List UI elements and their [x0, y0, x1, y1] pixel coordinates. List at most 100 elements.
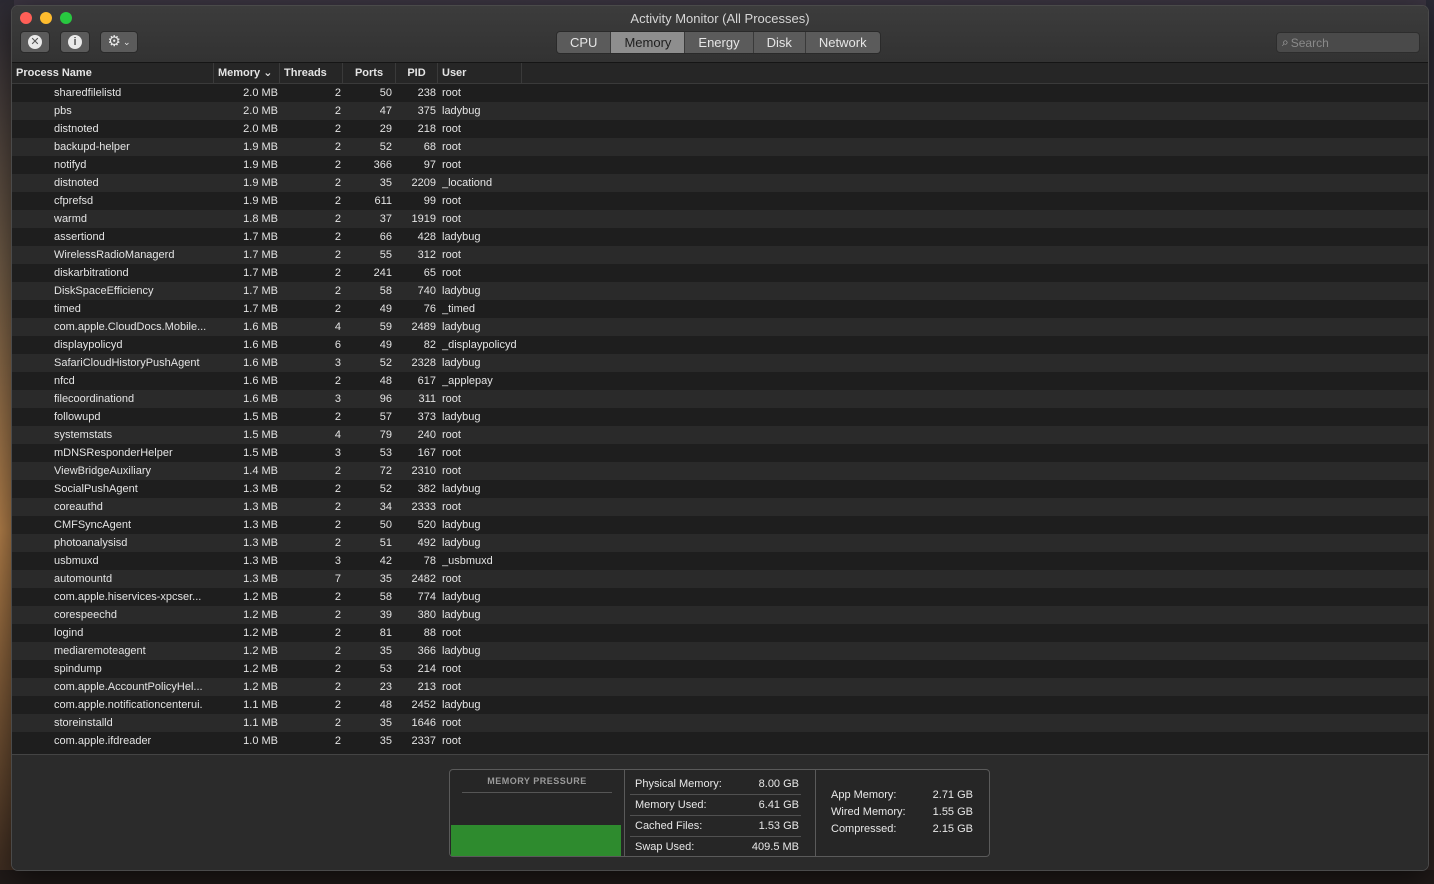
table-row[interactable]: com.apple.notificationcenterui. 1.1 MB 2 48…: [12, 696, 1428, 714]
table-row[interactable]: photoanalysisd 1.3 MB 2 51 492 ladybug: [12, 534, 1428, 552]
pid-cell: 240: [417, 429, 436, 441]
memory-cell: 2.0 MB: [243, 105, 278, 117]
user-cell: ladybug: [442, 699, 481, 711]
column-header-process-name[interactable]: Process Name: [12, 63, 214, 83]
process-name-cell: pbs: [54, 105, 72, 117]
pid-cell: 2482: [411, 573, 436, 585]
column-header-user[interactable]: User: [438, 63, 522, 83]
memory-stat-label: Swap Used:: [635, 841, 695, 853]
column-header-ports[interactable]: Ports: [343, 63, 396, 83]
table-row[interactable]: systemstats 1.5 MB 4 79 240 root: [12, 426, 1428, 444]
memory-breakdown-value: 1.55 GB: [932, 806, 973, 818]
desktop-wallpaper-bottom: [0, 870, 1434, 884]
stop-process-button[interactable]: ✕: [20, 31, 50, 53]
user-cell: ladybug: [442, 483, 481, 495]
column-header-memory[interactable]: Memory ⌄: [214, 63, 280, 83]
memory-cell: 1.9 MB: [243, 195, 278, 207]
tab-disk[interactable]: Disk: [752, 32, 805, 53]
memory-cell: 1.6 MB: [243, 393, 278, 405]
ports-cell: 57: [379, 411, 392, 423]
tab-energy[interactable]: Energy: [684, 32, 753, 53]
memory-cell: 1.5 MB: [243, 411, 278, 423]
column-header-threads[interactable]: Threads: [280, 63, 343, 83]
user-cell: root: [442, 195, 461, 207]
actions-menu-button[interactable]: ⚙ ⌄: [100, 31, 138, 53]
table-row[interactable]: spindump 1.2 MB 2 53 214 root: [12, 660, 1428, 678]
threads-cell: 2: [334, 195, 341, 207]
ports-cell: 35: [379, 717, 392, 729]
tab-network[interactable]: Network: [804, 32, 880, 53]
table-row[interactable]: displaypolicyd 1.6 MB 6 49 82 _displaypolicyd: [12, 336, 1428, 354]
column-header-pid[interactable]: PID: [396, 63, 438, 83]
table-row[interactable]: SocialPushAgent 1.3 MB 2 52 382 ladybug: [12, 480, 1428, 498]
table-row[interactable]: followupd 1.5 MB 2 57 373 ladybug: [12, 408, 1428, 426]
pid-cell: 97: [423, 159, 436, 171]
user-cell: ladybug: [442, 609, 481, 621]
process-name-cell: WirelessRadioManagerd: [54, 249, 175, 261]
table-row[interactable]: mDNSResponderHelper 1.5 MB 3 53 167 root: [12, 444, 1428, 462]
tab-memory[interactable]: Memory: [610, 32, 685, 53]
table-row[interactable]: automountd 1.3 MB 7 35 2482 root: [12, 570, 1428, 588]
table-row[interactable]: pbs 2.0 MB 2 47 375 ladybug: [12, 102, 1428, 120]
search-field[interactable]: ⌕: [1276, 32, 1420, 53]
ports-cell: 241: [373, 267, 392, 279]
memory-breakdown-row: App Memory: 2.71 GB: [831, 787, 973, 804]
table-row[interactable]: backupd-helper 1.9 MB 2 52 68 root: [12, 138, 1428, 156]
table-row[interactable]: com.apple.hiservices-xpcser... 1.2 MB 2 58 7…: [12, 588, 1428, 606]
table-row[interactable]: storeinstalld 1.1 MB 2 35 1646 root: [12, 714, 1428, 732]
table-row[interactable]: DiskSpaceEfficiency 1.7 MB 2 58 740 ladybug: [12, 282, 1428, 300]
memory-breakdown-label: Compressed:: [831, 823, 897, 835]
table-row[interactable]: diskarbitrationd 1.7 MB 2 241 65 root: [12, 264, 1428, 282]
user-cell: root: [442, 141, 461, 153]
table-row[interactable]: com.apple.ifdreader 1.0 MB 2 35 2337 root: [12, 732, 1428, 750]
table-row[interactable]: SafariCloudHistoryPushAgent 1.6 MB 3 52 2328…: [12, 354, 1428, 372]
table-row[interactable]: distnoted 1.9 MB 2 35 2209 _locationd: [12, 174, 1428, 192]
table-row[interactable]: coreauthd 1.3 MB 2 34 2333 root: [12, 498, 1428, 516]
process-name-cell: logind: [54, 627, 84, 639]
pid-cell: 218: [417, 123, 436, 135]
user-cell: root: [442, 159, 461, 171]
ports-cell: 39: [379, 609, 392, 621]
table-row[interactable]: corespeechd 1.2 MB 2 39 380 ladybug: [12, 606, 1428, 624]
ports-cell: 35: [379, 573, 392, 585]
ports-cell: 52: [379, 141, 392, 153]
pid-cell: 2337: [411, 735, 436, 747]
user-cell: ladybug: [442, 411, 481, 423]
table-row[interactable]: mediaremoteagent 1.2 MB 2 35 366 ladybug: [12, 642, 1428, 660]
table-row[interactable]: distnoted 2.0 MB 2 29 218 root: [12, 120, 1428, 138]
threads-cell: 2: [334, 519, 341, 531]
table-row[interactable]: timed 1.7 MB 2 49 76 _timed: [12, 300, 1428, 318]
ports-cell: 79: [379, 429, 392, 441]
window-title: Activity Monitor (All Processes): [630, 11, 810, 26]
table-row[interactable]: filecoordinationd 1.6 MB 3 96 311 root: [12, 390, 1428, 408]
table-row[interactable]: cfprefsd 1.9 MB 2 611 99 root: [12, 192, 1428, 210]
pid-cell: 2489: [411, 321, 436, 333]
user-cell: ladybug: [442, 231, 481, 243]
pid-cell: 68: [423, 141, 436, 153]
table-row[interactable]: usbmuxd 1.3 MB 3 42 78 _usbmuxd: [12, 552, 1428, 570]
table-row[interactable]: com.apple.AccountPolicyHel... 1.2 MB 2 23 21…: [12, 678, 1428, 696]
threads-cell: 2: [334, 411, 341, 423]
user-cell: root: [442, 87, 461, 99]
table-row[interactable]: assertiond 1.7 MB 2 66 428 ladybug: [12, 228, 1428, 246]
pid-cell: 2209: [411, 177, 436, 189]
close-circle-icon: ✕: [28, 35, 42, 49]
table-row[interactable]: ViewBridgeAuxiliary 1.4 MB 2 72 2310 root: [12, 462, 1428, 480]
table-row[interactable]: logind 1.2 MB 2 81 88 root: [12, 624, 1428, 642]
table-row[interactable]: CMFSyncAgent 1.3 MB 2 50 520 ladybug: [12, 516, 1428, 534]
inspect-process-button[interactable]: i: [60, 31, 90, 53]
memory-cell: 1.7 MB: [243, 231, 278, 243]
threads-cell: 2: [334, 645, 341, 657]
user-cell: root: [442, 627, 461, 639]
tab-cpu[interactable]: CPU: [557, 32, 611, 53]
table-row[interactable]: warmd 1.8 MB 2 37 1919 root: [12, 210, 1428, 228]
pid-cell: 167: [417, 447, 436, 459]
table-row[interactable]: nfcd 1.6 MB 2 48 617 _applepay: [12, 372, 1428, 390]
table-row[interactable]: com.apple.CloudDocs.Mobile... 1.6 MB 4 59 24…: [12, 318, 1428, 336]
table-row[interactable]: sharedfilelistd 2.0 MB 2 50 238 root: [12, 84, 1428, 102]
table-row[interactable]: notifyd 1.9 MB 2 366 97 root: [12, 156, 1428, 174]
threads-cell: 2: [334, 123, 341, 135]
table-row[interactable]: WirelessRadioManagerd 1.7 MB 2 55 312 root: [12, 246, 1428, 264]
pid-cell: 373: [417, 411, 436, 423]
search-input[interactable]: [1288, 35, 1403, 50]
